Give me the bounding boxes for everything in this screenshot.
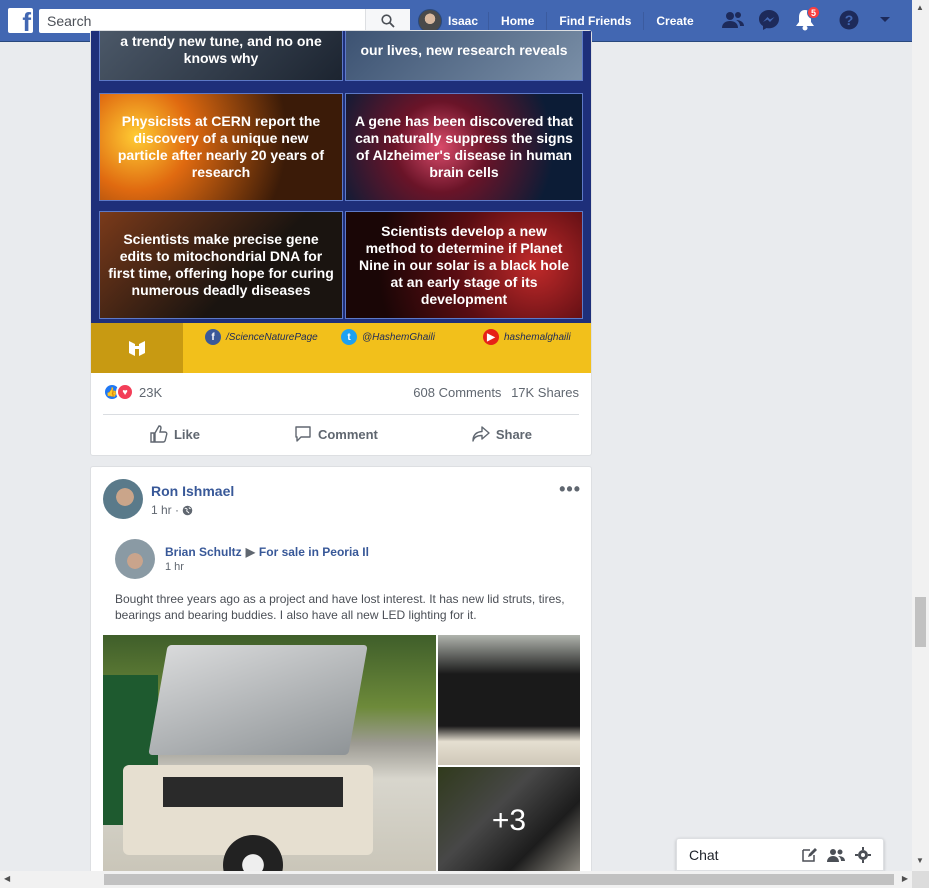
avatar[interactable] bbox=[103, 479, 143, 519]
new-message-icon[interactable] bbox=[801, 847, 817, 863]
avatar[interactable] bbox=[115, 539, 155, 579]
nav-home[interactable]: Home bbox=[489, 12, 548, 30]
shares-count-link[interactable]: 17K Shares bbox=[511, 385, 579, 400]
chat-bar[interactable]: Chat bbox=[676, 838, 884, 871]
infographic-tile: Scientists develop a new method to deter… bbox=[345, 211, 583, 319]
infographic-tile: our lives, new research reveals bbox=[345, 31, 583, 81]
infographic-footer: f /ScienceNaturePage t @HashemGhaili ▶ h… bbox=[91, 323, 591, 373]
social-twitter: t @HashemGhaili bbox=[341, 329, 435, 345]
nav-icon-group: 5 ? bbox=[722, 6, 896, 31]
photo-detail bbox=[163, 777, 343, 807]
shared-post-header: Brian Schultz ▶ For sale in Peoria Il 1 hr bbox=[115, 539, 369, 579]
shared-author: Brian Schultz ▶ For sale in Peoria Il bbox=[165, 545, 369, 559]
social-facebook: f /ScienceNaturePage bbox=[205, 329, 318, 345]
photo-detail bbox=[148, 645, 368, 755]
user-name: Isaac bbox=[448, 14, 479, 28]
post-card-science: a trendy new tune, and no one knows why … bbox=[90, 30, 592, 456]
share-label: Share bbox=[495, 426, 532, 442]
comment-icon bbox=[295, 426, 311, 442]
like-button[interactable]: Like bbox=[150, 421, 200, 447]
twitter-icon: t bbox=[341, 329, 357, 345]
post-photo-3[interactable]: +3 bbox=[438, 767, 580, 875]
love-reaction-icon: ♥ bbox=[116, 383, 134, 401]
caret-right-icon: ▶ bbox=[245, 545, 255, 559]
social-handle: /ScienceNaturePage bbox=[226, 331, 318, 343]
group-chat-icon[interactable] bbox=[827, 847, 845, 863]
messenger-icon[interactable] bbox=[758, 9, 780, 31]
group-link[interactable]: For sale in Peoria Il bbox=[259, 545, 369, 559]
post-author-link[interactable]: Ron Ishmael bbox=[151, 483, 234, 499]
comment-button[interactable]: Comment bbox=[294, 421, 378, 447]
share-button[interactable]: Share bbox=[472, 421, 532, 447]
comments-count-link[interactable]: 608 Comments bbox=[413, 385, 501, 400]
reaction-summary[interactable]: 👍 ♥ 23K bbox=[103, 383, 162, 401]
infographic-tile: Scientists make precise gene edits to mi… bbox=[99, 211, 343, 319]
divider bbox=[103, 414, 579, 415]
scrollbar-corner bbox=[912, 871, 929, 888]
help-icon[interactable]: ? bbox=[838, 9, 860, 31]
settings-gear-icon[interactable] bbox=[855, 846, 871, 863]
account-menu-chevron-down-icon[interactable] bbox=[874, 9, 896, 31]
post-text: Bought three years ago as a project and … bbox=[115, 592, 565, 622]
youtube-icon: ▶ bbox=[483, 329, 499, 345]
scroll-right-arrow-icon[interactable]: ▶ bbox=[902, 874, 908, 883]
more-options-icon[interactable]: ••• bbox=[559, 479, 581, 500]
social-handle: hashemalghaili bbox=[504, 331, 571, 343]
globe-icon bbox=[182, 505, 193, 515]
notifications-icon[interactable]: 5 bbox=[794, 6, 820, 31]
more-photos-count: +3 bbox=[438, 767, 580, 875]
infographic-tile: Physicists at CERN report the discovery … bbox=[99, 93, 343, 201]
post-photo-2[interactable] bbox=[438, 635, 580, 765]
post-stats: 608 Comments 17K Shares bbox=[407, 385, 579, 400]
nav-create[interactable]: Create bbox=[644, 12, 705, 30]
thumbs-up-icon bbox=[150, 425, 168, 443]
chat-icon-group bbox=[801, 846, 871, 863]
shared-author-link[interactable]: Brian Schultz bbox=[165, 545, 242, 559]
social-handle: @HashemGhaili bbox=[362, 331, 435, 343]
nav-find-friends[interactable]: Find Friends bbox=[547, 12, 645, 30]
search-icon bbox=[381, 14, 395, 28]
profile-link[interactable]: Isaac bbox=[418, 9, 490, 33]
post-timestamp[interactable]: 1 hr · bbox=[151, 503, 193, 517]
facebook-icon: f bbox=[205, 329, 221, 345]
vertical-scrollbar[interactable]: ▲ ▼ bbox=[912, 0, 929, 871]
like-label: Like bbox=[173, 426, 200, 442]
infographic-tile: a trendy new tune, and no one knows why bbox=[99, 31, 343, 81]
share-icon bbox=[472, 426, 490, 442]
post-header: Ron Ishmael 1 hr · bbox=[103, 479, 234, 519]
logo-icon bbox=[91, 323, 183, 373]
notification-badge: 5 bbox=[807, 6, 820, 19]
post-photo-main[interactable] bbox=[103, 635, 436, 875]
friend-requests-icon[interactable] bbox=[722, 9, 744, 31]
post-actions: Like Comment Share bbox=[103, 421, 579, 447]
post-card-marketplace: Ron Ishmael 1 hr · ••• Brian Schultz ▶ For… bbox=[90, 466, 592, 886]
social-youtube: ▶ hashemalghaili bbox=[483, 329, 571, 345]
reaction-count: 23K bbox=[139, 384, 163, 400]
vertical-scroll-thumb[interactable] bbox=[915, 597, 926, 647]
comment-label: Comment bbox=[317, 426, 378, 442]
horizontal-scrollbar[interactable]: ◀ ▶ bbox=[0, 871, 912, 888]
chat-label: Chat bbox=[689, 846, 719, 863]
scroll-left-arrow-icon[interactable]: ◀ bbox=[4, 874, 10, 883]
scroll-down-arrow-icon[interactable]: ▼ bbox=[916, 856, 924, 865]
facebook-logo-icon[interactable]: f bbox=[8, 8, 33, 33]
infographic-tile: A gene has been discovered that can natu… bbox=[345, 93, 583, 201]
shared-timestamp[interactable]: 1 hr bbox=[165, 561, 184, 573]
timestamp-text: 1 hr · bbox=[151, 503, 180, 517]
svg-text:?: ? bbox=[845, 12, 854, 28]
horizontal-scroll-thumb[interactable] bbox=[104, 874, 894, 885]
scroll-up-arrow-icon[interactable]: ▲ bbox=[916, 3, 924, 12]
science-infographic[interactable]: a trendy new tune, and no one knows why … bbox=[91, 31, 591, 373]
